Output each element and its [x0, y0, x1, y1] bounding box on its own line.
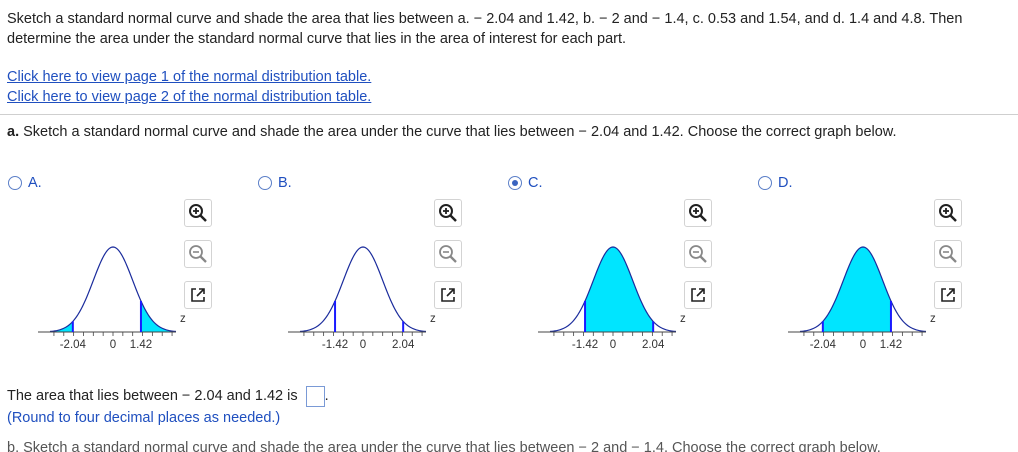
option-d-tools — [934, 199, 964, 322]
option-c-letter: C. — [528, 175, 543, 191]
option-a: A. -2.04 0 1.42 z — [8, 172, 248, 362]
option-b-graph: -1.42 0 2.04z — [288, 246, 436, 351]
link-table-page-2[interactable]: Click here to view page 2 of the normal … — [7, 87, 371, 107]
tick-label: -2.04 — [810, 339, 837, 351]
divider — [0, 114, 1018, 115]
tick-label: -2.04 — [60, 339, 87, 351]
option-a-tools — [184, 199, 214, 322]
option-d-graph: -2.04 0 1.42z — [788, 246, 936, 351]
answer-suffix: . — [324, 388, 329, 404]
tick-label: 1.42 — [880, 339, 902, 351]
option-b-letter: B. — [278, 175, 292, 191]
zoom-in-icon[interactable] — [434, 199, 462, 227]
zoom-in-icon[interactable] — [934, 199, 962, 227]
option-a-radio[interactable]: A. — [8, 172, 42, 194]
open-new-window-icon[interactable] — [934, 281, 962, 309]
tick-label: -1.42 — [322, 339, 348, 351]
option-c-tools — [684, 199, 714, 322]
option-b-tools — [434, 199, 464, 322]
tick-label: 0 — [860, 339, 866, 351]
answer-hint: (Round to four decimal places as needed.… — [7, 410, 281, 426]
normal-curve — [49, 246, 177, 333]
option-d-radio[interactable]: D. — [758, 172, 793, 194]
tick-label: 2.04 — [392, 339, 415, 351]
open-new-window-icon[interactable] — [184, 281, 212, 309]
table-links: Click here to view page 1 of the normal … — [7, 67, 371, 107]
option-a-letter: A. — [28, 175, 42, 191]
radio-icon[interactable] — [258, 176, 272, 190]
part-a-prompt: a. Sketch a standard normal curve and sh… — [7, 124, 897, 140]
open-new-window-icon[interactable] — [684, 281, 712, 309]
link-table-page-1[interactable]: Click here to view page 1 of the normal … — [7, 67, 371, 87]
shaded-area-right — [140, 300, 176, 332]
normal-curve — [299, 246, 427, 333]
option-c: C. -1.42 0 2.04 z — [508, 172, 748, 362]
zoom-out-icon[interactable] — [684, 240, 712, 268]
zoom-in-icon[interactable] — [184, 199, 212, 227]
option-b-radio[interactable]: B. — [258, 172, 292, 194]
part-a-text: Sketch a standard normal curve and shade… — [23, 124, 897, 140]
answer-prompt: The area that lies between − 2.04 and 1.… — [7, 388, 298, 404]
zoom-in-icon[interactable] — [684, 199, 712, 227]
shaded-area — [822, 247, 891, 332]
tick-label: 0 — [110, 339, 116, 351]
open-new-window-icon[interactable] — [434, 281, 462, 309]
option-a-graph: -2.04 0 1.42z — [38, 246, 186, 351]
answer-input[interactable] — [305, 385, 325, 407]
part-b-prompt-cutoff: b. Sketch a standard normal curve and sh… — [7, 440, 881, 452]
option-b: B. -1.42 0 2.04 z — [258, 172, 498, 362]
option-d: D. -2.04 0 1.42 z — [758, 172, 998, 362]
tick-label: 0 — [360, 339, 366, 351]
shaded-area — [585, 247, 654, 332]
shaded-area-left — [50, 321, 73, 332]
tick-label: 2.04 — [642, 339, 665, 351]
question-text: Sketch a standard normal curve and shade… — [7, 11, 963, 47]
tick-label: 0 — [610, 339, 616, 351]
zoom-out-icon[interactable] — [434, 240, 462, 268]
option-c-radio[interactable]: C. — [508, 172, 543, 194]
option-c-graph: -1.42 0 2.04z — [538, 246, 686, 351]
part-a-label: a. — [7, 124, 20, 140]
tick-label: -1.42 — [572, 339, 598, 351]
option-d-letter: D. — [778, 175, 793, 191]
answer-area: The area that lies between − 2.04 and 1.… — [7, 385, 329, 429]
tick-label: 1.42 — [130, 339, 152, 351]
radio-selected-icon[interactable] — [508, 176, 522, 190]
radio-icon[interactable] — [8, 176, 22, 190]
radio-icon[interactable] — [758, 176, 772, 190]
zoom-out-icon[interactable] — [184, 240, 212, 268]
zoom-out-icon[interactable] — [934, 240, 962, 268]
